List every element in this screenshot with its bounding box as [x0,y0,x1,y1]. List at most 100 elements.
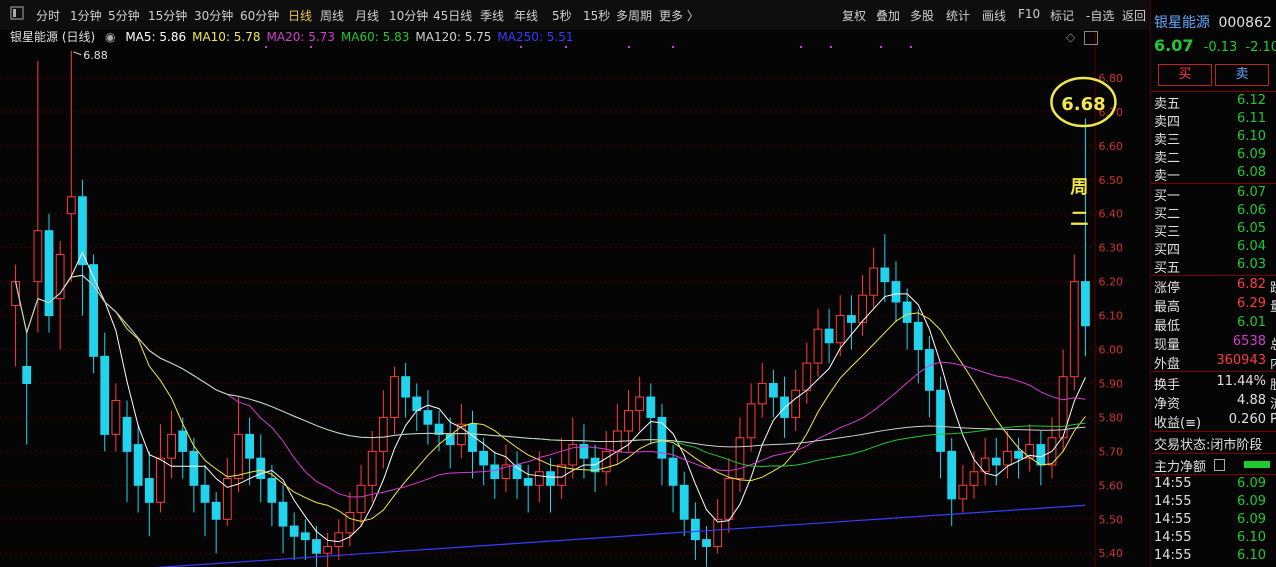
bid-label: 买一 [1154,189,1181,204]
bid-price: 6.04 [1237,239,1266,254]
stat-label: 最高 [1154,300,1181,315]
period-tab[interactable]: 年线 [514,7,538,24]
period-tab[interactable]: 60分钟 [240,7,279,24]
candle-body [891,281,901,303]
y-tick-label: 5.70 [1099,445,1124,458]
y-tick-label: 6.30 [1099,242,1124,255]
tool-button[interactable]: 返回 [1122,7,1146,24]
period-tab[interactable]: 15秒 [583,7,610,24]
candle-body [111,399,121,435]
marker-dot [830,46,832,48]
tool-button[interactable]: 复权 [842,7,866,24]
status-label: 交易状态:闭市阶段 [1154,438,1263,453]
candle-body [245,433,255,459]
tick-row: 14:55 6.09 [1154,494,1276,512]
ma-legend-item: MA120: 5.75 [415,30,492,44]
candle-body [66,196,76,215]
divider [1150,91,1276,92]
tool-button[interactable]: -自选 [1086,7,1114,24]
tick-price: 6.10 [1237,530,1266,545]
status-value: 闭市阶段 [1210,438,1263,453]
stat-label: 最低 [1154,319,1181,334]
tick-row: 14:55 6.10 [1154,530,1276,548]
restore-icon[interactable] [1084,31,1098,45]
candle-body [267,478,277,503]
period-tab[interactable]: 15分钟 [148,7,187,24]
ask-price: 6.12 [1237,93,1266,108]
ma60-line [15,274,1086,467]
period-tab[interactable]: 月线 [355,7,379,24]
settings-icon[interactable]: ◉ [105,30,115,44]
marker-dot [910,46,912,48]
candle-body [300,532,310,541]
candle-body [1014,450,1023,459]
tick-row: 14:55 6.09 [1154,512,1276,530]
divider [1150,453,1276,454]
stat-value: 4.88 [1237,393,1266,408]
candle-body [78,196,87,266]
bid-row: 买三 6.05 [1154,221,1276,240]
stat-label: 外盘 [1154,357,1181,372]
candle-body [122,416,132,452]
tool-button[interactable]: 统计 [946,7,970,24]
high-price-pointer [73,51,82,56]
marker-dot [628,46,630,48]
panel-icon[interactable] [10,6,24,23]
candle-body [534,471,544,486]
candle-body [100,355,110,435]
ma-legend-item: MA60: 5.83 [340,30,410,44]
period-tab[interactable]: 日线 [288,7,312,24]
tool-button[interactable]: 多股 [910,7,934,24]
candle-body [234,433,243,480]
tick-price: 6.09 [1237,494,1266,509]
bid-price: 6.05 [1237,221,1266,236]
sell-button[interactable]: 卖 [1215,64,1269,86]
period-tab[interactable]: 5秒 [552,7,572,24]
stat-row: 外盘 360943 内 [1154,353,1276,372]
y-tick-label: 6.20 [1099,276,1124,289]
period-tab[interactable]: 5分钟 [108,7,140,24]
stat-value: 6.29 [1237,296,1266,311]
marker-dot [672,46,674,48]
tool-button[interactable]: F10 [1018,7,1040,21]
candle-body [869,267,879,296]
candle-body [523,478,533,486]
tool-button[interactable]: 叠加 [876,7,900,24]
candle-body [768,382,778,398]
diamond-icon[interactable]: ◇ [1066,30,1075,44]
period-tab[interactable]: 多周期 [616,7,652,24]
tick-price: 6.09 [1237,512,1266,527]
tool-button[interactable]: 画线 [982,7,1006,24]
stat-row: 收益(≡) 0.260 P [1154,412,1276,431]
stat-tail: 内 [1270,353,1276,372]
kline-chart-area[interactable]: 6.80 6.70 6.60 6.50 6.40 6.30 6.20 6.10 6.00 5.90… [0,30,1150,567]
tick-time: 14:55 [1154,476,1192,491]
netflow-label: 主力净额 [1154,460,1207,475]
candle-body [679,484,689,520]
ma-legend-item: MA10: 5.78 [192,30,261,44]
y-tick-label: 6.60 [1099,140,1124,153]
document-icon[interactable] [1214,459,1225,471]
candle-body [802,362,812,391]
candle-body [735,437,745,480]
period-tab[interactable]: 45日线 [433,7,472,24]
candle-body [902,301,912,323]
buy-button[interactable]: 买 [1158,64,1212,86]
candle-body [401,376,411,398]
period-tab[interactable]: 周线 [320,7,344,24]
candle-body [846,315,856,323]
period-tab[interactable]: 更多 〉 [659,7,699,24]
period-tab[interactable]: 10分钟 [389,7,428,24]
period-tab[interactable]: 分时 [36,7,60,24]
candle-body [144,478,154,503]
stat-row: 最高 6.29 量 [1154,296,1276,315]
period-tab[interactable]: 30分钟 [194,7,233,24]
divider [1150,371,1276,372]
ma-legend-item: MA5: 5.86 [125,30,187,44]
tool-button[interactable]: 标记 [1050,7,1074,24]
period-tab[interactable]: 1分钟 [70,7,102,24]
divider [1150,275,1276,276]
stat-value: 6538 [1232,334,1266,349]
tick-time: 14:55 [1154,512,1192,527]
period-tab[interactable]: 季线 [480,7,504,24]
